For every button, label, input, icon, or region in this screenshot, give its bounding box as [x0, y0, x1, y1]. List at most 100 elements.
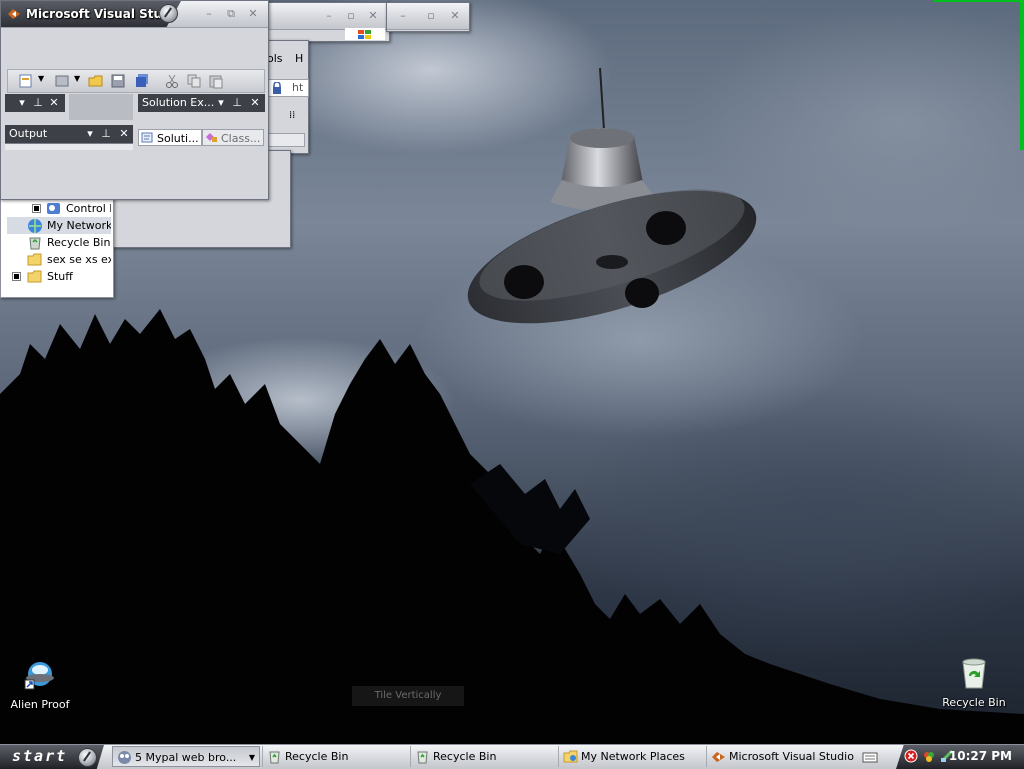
visual-studio-icon: [8, 9, 20, 19]
third-window[interactable]: – ▫ ✕: [386, 2, 470, 32]
output-subtabs: [5, 143, 133, 150]
browser-window[interactable]: – ▫ ✕: [266, 2, 390, 42]
panel-title: Solution Ex...: [142, 96, 215, 109]
desktop-icon-label: Recycle Bin: [942, 696, 1006, 709]
docked-panel-header[interactable]: ▾ ⊥ ✕: [5, 94, 65, 112]
solution-explorer-header[interactable]: Solution Ex... ▾ ⊥ ✕: [138, 94, 265, 112]
save-all-icon[interactable]: [134, 73, 150, 89]
add-item-icon[interactable]: [54, 73, 70, 89]
network-places-icon: [28, 219, 42, 233]
close-icon[interactable]: ✕: [248, 94, 262, 112]
tab-class-view[interactable]: Class...: [202, 129, 264, 146]
pin-icon[interactable]: ⊥: [99, 125, 113, 143]
close-icon[interactable]: ✕: [447, 9, 463, 23]
expand-icon[interactable]: [12, 272, 21, 281]
accent-line: [934, 0, 1024, 2]
close-icon[interactable]: ✕: [117, 125, 131, 143]
tree-item-label: Recycle Bin: [47, 236, 111, 249]
desktop-icon-recycle-bin[interactable]: Recycle Bin: [934, 656, 1014, 709]
solution-explorer-icon: [141, 132, 153, 143]
alien-proof-icon: [24, 662, 54, 690]
copy-icon[interactable]: [186, 73, 202, 89]
minimize-icon[interactable]: –: [321, 9, 337, 23]
standard-toolbar: ▼ ▼: [7, 69, 265, 93]
minimize-icon[interactable]: –: [395, 9, 411, 23]
task-button-recycle-bin-2[interactable]: Recycle Bin: [410, 746, 556, 767]
recycle-bin-icon: [417, 751, 428, 764]
tree-item-control-panel[interactable]: Control P: [7, 200, 111, 217]
menu-item-help[interactable]: H: [295, 52, 303, 65]
task-label: Microsoft Visual Studio: [729, 750, 854, 763]
tree-item-folder[interactable]: sex se xs ex: [7, 251, 111, 268]
expand-icon[interactable]: [32, 204, 41, 213]
taskbar: start 5 Mypal web bro... ▼ Recycle Bin R…: [0, 744, 1024, 769]
security-alert-icon[interactable]: [904, 749, 918, 763]
maximize-icon[interactable]: ▫: [343, 9, 359, 23]
tree-item-label: My Network P: [47, 219, 111, 232]
restore-icon[interactable]: ⧉: [223, 7, 239, 21]
control-panel-icon: [47, 203, 60, 214]
panel-title: Output: [9, 127, 48, 140]
pin-icon[interactable]: ⊥: [230, 94, 244, 112]
tree-item-label: Control P: [66, 202, 111, 215]
task-button-recycle-bin-1[interactable]: Recycle Bin: [262, 746, 408, 767]
start-label: start: [12, 747, 68, 765]
paste-icon[interactable]: [208, 73, 224, 89]
close-icon[interactable]: ✕: [365, 9, 381, 23]
tree-item-label: Stuff: [47, 270, 73, 283]
network-places-icon: [563, 750, 578, 763]
class-view-icon: [206, 133, 217, 142]
chevron-down-icon[interactable]: ▾: [214, 94, 228, 112]
messenger-icon[interactable]: [922, 749, 936, 763]
ghost-menu-label: Tile Vertically: [352, 686, 464, 706]
maximize-icon[interactable]: ▫: [423, 9, 439, 23]
third-window-titlebar[interactable]: – ▫ ✕: [387, 3, 469, 30]
task-label: My Network Places: [581, 750, 685, 763]
chevron-down-icon[interactable]: ▾: [15, 94, 29, 112]
address-text[interactable]: ht: [292, 81, 303, 94]
keyboard-icon[interactable]: [862, 750, 878, 764]
visual-studio-window[interactable]: Microsoft Visual Stu... – ⧉ ✕ ▼ ▼ ▾ ⊥ ✕ …: [0, 0, 269, 200]
pin-icon[interactable]: ⊥: [31, 94, 45, 112]
task-button-network-places[interactable]: My Network Places: [558, 746, 704, 767]
desktop-icon-label: Alien Proof: [10, 698, 70, 711]
vs-titlebar[interactable]: Microsoft Visual Stu... – ⧉ ✕: [1, 1, 268, 28]
chevron-down-icon[interactable]: ▼: [38, 74, 44, 83]
output-panel-header[interactable]: Output ▾ ⊥ ✕: [5, 125, 133, 143]
new-project-icon[interactable]: [18, 73, 34, 89]
chevron-down-icon[interactable]: ▾: [83, 125, 97, 143]
toolbar-strip: [267, 133, 305, 147]
visual-studio-icon: [712, 752, 725, 762]
panel-gap: [69, 94, 133, 120]
task-button-visual-studio[interactable]: Microsoft Visual Studio: [706, 746, 856, 767]
tree-item-stuff[interactable]: Stuff: [7, 268, 111, 285]
address-bar[interactable]: ht: [267, 79, 309, 97]
folder-tree-panel[interactable]: Control P My Network P Recycle Bin sex s…: [0, 196, 114, 298]
tree-item-recycle-bin[interactable]: Recycle Bin: [7, 234, 111, 251]
task-label: Recycle Bin: [433, 750, 497, 763]
close-icon[interactable]: ✕: [245, 7, 261, 21]
clock[interactable]: 10:27 PM: [949, 749, 1012, 763]
task-button-mypal[interactable]: 5 Mypal web bro... ▼: [112, 746, 260, 767]
window-title: Microsoft Visual Stu...: [26, 7, 176, 21]
cut-icon[interactable]: [164, 73, 180, 89]
chevron-down-icon[interactable]: ▼: [74, 74, 80, 83]
minimize-icon[interactable]: –: [201, 7, 217, 21]
task-label: Recycle Bin: [285, 750, 349, 763]
menu-item-tools[interactable]: ols: [267, 52, 283, 65]
recycle-bin-icon: [29, 237, 41, 250]
recycle-bin-icon: [269, 751, 280, 764]
tab-solution-explorer[interactable]: Soluti...: [138, 129, 202, 146]
close-icon[interactable]: ✕: [47, 94, 61, 112]
save-icon[interactable]: [110, 73, 126, 89]
tree-silhouette-image: [0, 309, 1024, 744]
grid-icon[interactable]: ⁞⁞: [289, 111, 299, 121]
desktop-icon-alien-proof[interactable]: Alien Proof: [0, 658, 80, 711]
start-button[interactable]: start: [0, 745, 104, 769]
browser-titlebar[interactable]: – ▫ ✕: [267, 3, 389, 30]
tree-item-network-places[interactable]: My Network P: [7, 217, 111, 234]
chevron-down-icon[interactable]: ▼: [249, 747, 255, 766]
orb-button-icon[interactable]: [159, 4, 178, 23]
open-folder-icon[interactable]: [88, 73, 104, 89]
tab-label: Soluti...: [157, 132, 199, 145]
